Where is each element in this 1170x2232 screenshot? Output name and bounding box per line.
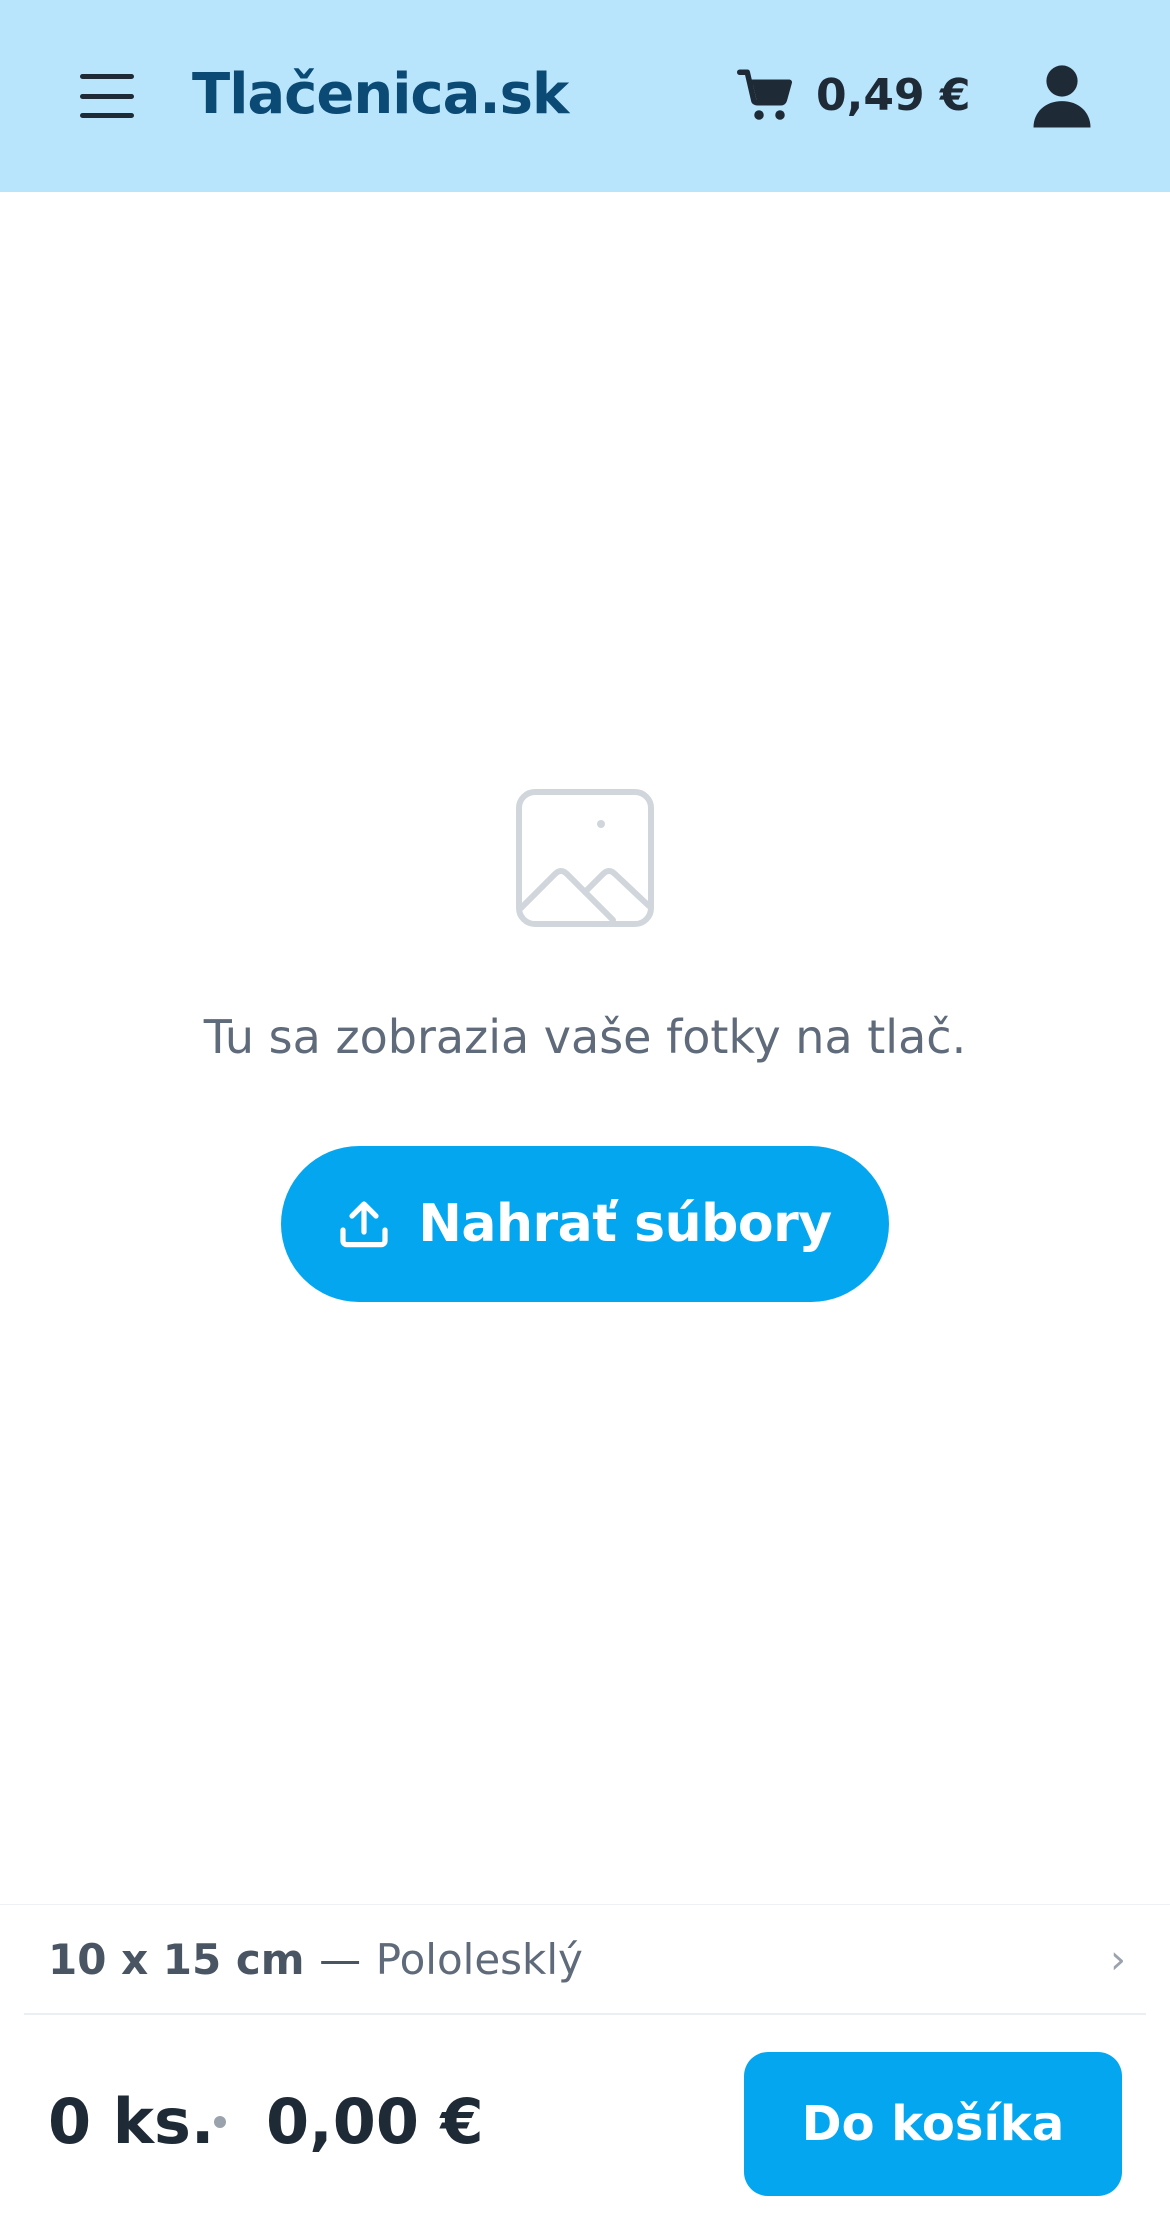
add-to-cart-label: Do košíka <box>801 2096 1065 2152</box>
format-summary: 10 x 15 cm — Pololesklý <box>48 1927 583 1993</box>
shopping-cart-icon <box>736 66 796 126</box>
separator-dot <box>214 2116 226 2128</box>
cart-button[interactable]: 0,49 € <box>736 60 971 132</box>
upload-files-label: Nahrať súbory <box>418 1194 832 1254</box>
format-separator: — <box>319 1935 362 1984</box>
user-icon[interactable] <box>1032 62 1092 130</box>
format-finish: Pololesklý <box>375 1935 583 1984</box>
menu-line <box>80 93 134 99</box>
top-bar: Tlačenica.sk 0,49 € <box>0 0 1170 192</box>
format-size: 10 x 15 cm <box>48 1935 305 1984</box>
add-to-cart-button[interactable]: Do košíka <box>744 2052 1122 2196</box>
upload-files-button[interactable]: Nahrať súbory <box>281 1146 889 1302</box>
brand-logo[interactable]: Tlačenica.sk <box>192 55 569 135</box>
image-placeholder-icon <box>515 788 655 928</box>
print-format-selector[interactable]: 10 x 15 cm — Pololesklý › <box>24 1905 1146 2015</box>
empty-state-message: Tu sa zobrazia vaše fotky na tlač. <box>203 1010 967 1064</box>
chevron-right-icon: › <box>1110 1937 1126 1983</box>
page: Tlačenica.sk 0,49 € Tu sa zobrazia vaše … <box>0 0 1170 2232</box>
menu-line <box>80 113 134 118</box>
quantity-count: 0 ks. <box>48 2085 215 2158</box>
menu-line <box>80 74 134 79</box>
upload-icon <box>338 1198 390 1250</box>
cart-total: 0,49 € <box>816 70 971 121</box>
order-price: 0,00 € <box>266 2085 484 2158</box>
hamburger-menu-icon[interactable] <box>78 70 136 122</box>
